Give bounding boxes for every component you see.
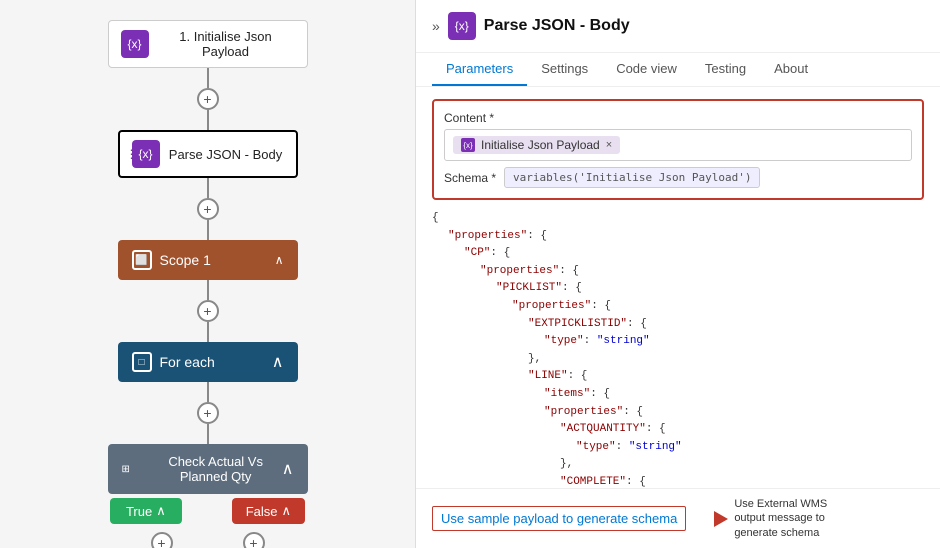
json-line: "type": "string" bbox=[432, 333, 924, 351]
bottom-plus-row: + + bbox=[151, 532, 265, 548]
add-true-step-btn[interactable]: + bbox=[151, 532, 173, 548]
annotation-text: Use External WMS output message to gener… bbox=[734, 497, 854, 540]
node-menu-icon: ⋮ bbox=[126, 147, 138, 161]
scope-label: Scope 1 bbox=[160, 252, 275, 268]
json-line: "properties": { bbox=[432, 298, 924, 316]
arrow-icon bbox=[714, 511, 728, 527]
connector bbox=[207, 280, 209, 300]
check-node[interactable]: ⊞ Check Actual Vs Planned Qty ∧ bbox=[108, 444, 308, 494]
flow-canvas: {x} 1. Initialise Json Payload + ⋮ {x} P… bbox=[0, 0, 415, 548]
connector bbox=[207, 178, 209, 198]
json-line: }, bbox=[432, 351, 924, 369]
initialise-json-node[interactable]: {x} 1. Initialise Json Payload bbox=[108, 20, 308, 68]
json-line: }, bbox=[432, 456, 924, 474]
scope-node[interactable]: ⬜ Scope 1 ∧ bbox=[118, 240, 298, 280]
tab-about[interactable]: About bbox=[760, 53, 822, 86]
json-line: "COMPLETE": { bbox=[432, 474, 924, 488]
tab-parameters[interactable]: Parameters bbox=[432, 53, 527, 86]
tab-testing[interactable]: Testing bbox=[691, 53, 760, 86]
json-line: { bbox=[432, 210, 924, 228]
json-line: "properties": { bbox=[432, 263, 924, 281]
bottom-bar: Use sample payload to generate schema Us… bbox=[416, 488, 940, 548]
scope-icon: ⬜ bbox=[132, 250, 152, 270]
content-tag-close-btn[interactable]: × bbox=[606, 139, 612, 151]
json-line: "type": "string" bbox=[432, 439, 924, 457]
json-line: "ACTQUANTITY": { bbox=[432, 421, 924, 439]
node-icon: {x} bbox=[121, 30, 149, 58]
content-tag-text: Initialise Json Payload bbox=[481, 138, 600, 152]
foreach-expand-icon: ∧ bbox=[272, 352, 284, 372]
tag-icon: {x} bbox=[461, 138, 475, 152]
foreach-label: For each bbox=[160, 354, 272, 370]
json-line: "LINE": { bbox=[432, 368, 924, 386]
true-expand-icon: ∧ bbox=[156, 503, 166, 519]
node1-label: 1. Initialise Json Payload bbox=[157, 29, 295, 59]
foreach-icon: □ bbox=[132, 352, 152, 372]
json-viewer: { "properties": { "CP": { "properties": … bbox=[432, 210, 924, 488]
add-step-btn-4[interactable]: + bbox=[197, 402, 219, 424]
false-branch-btn[interactable]: False ∧ bbox=[232, 498, 305, 524]
connector bbox=[207, 220, 209, 240]
add-step-btn-2[interactable]: + bbox=[197, 198, 219, 220]
json-line: "properties": { bbox=[432, 228, 924, 246]
scope-expand-icon: ∧ bbox=[275, 253, 284, 267]
header-title: Parse JSON - Body bbox=[484, 17, 630, 35]
tab-settings[interactable]: Settings bbox=[527, 53, 602, 86]
schema-field-label: Schema * bbox=[444, 171, 496, 185]
connector bbox=[207, 68, 209, 88]
schema-row: Schema * variables('Initialise Json Payl… bbox=[444, 167, 912, 188]
connector bbox=[207, 424, 209, 444]
add-step-btn-1[interactable]: + bbox=[197, 88, 219, 110]
connector bbox=[207, 322, 209, 342]
check-expand-icon: ∧ bbox=[282, 459, 294, 479]
false-expand-icon: ∧ bbox=[282, 503, 292, 519]
check-label: Check Actual Vs Planned Qty bbox=[150, 454, 282, 484]
add-step-btn-3[interactable]: + bbox=[197, 300, 219, 322]
parse-json-node[interactable]: ⋮ {x} Parse JSON - Body bbox=[118, 130, 298, 178]
right-panel: » {x} Parse JSON - Body Parameters Setti… bbox=[416, 0, 940, 548]
header-icon: {x} bbox=[448, 12, 476, 40]
content-tag: {x} Initialise Json Payload × bbox=[453, 136, 620, 154]
json-line: "properties": { bbox=[432, 404, 924, 422]
add-false-step-btn[interactable]: + bbox=[243, 532, 265, 548]
node2-label: Parse JSON - Body bbox=[168, 147, 284, 162]
highlighted-section: Content * {x} Initialise Json Payload × … bbox=[432, 99, 924, 200]
check-icon: ⊞ bbox=[122, 459, 142, 479]
content-field-label: Content * bbox=[444, 111, 912, 125]
true-branch-btn[interactable]: True ∧ bbox=[110, 498, 182, 524]
json-line: "CP": { bbox=[432, 245, 924, 263]
right-panel-header: » {x} Parse JSON - Body bbox=[416, 0, 940, 53]
foreach-node[interactable]: □ For each ∧ bbox=[118, 342, 298, 382]
right-content: Content * {x} Initialise Json Payload × … bbox=[416, 87, 940, 488]
false-label: False bbox=[246, 504, 278, 519]
tabs-row: Parameters Settings Code view Testing Ab… bbox=[416, 53, 940, 87]
collapse-btn[interactable]: » bbox=[432, 18, 440, 34]
connector bbox=[207, 110, 209, 130]
content-input[interactable]: {x} Initialise Json Payload × bbox=[444, 129, 912, 161]
branch-row: True ∧ False ∧ bbox=[110, 498, 305, 524]
sample-payload-link[interactable]: Use sample payload to generate schema bbox=[432, 506, 686, 531]
json-line: "items": { bbox=[432, 386, 924, 404]
json-line: "EXTPICKLISTID": { bbox=[432, 316, 924, 334]
true-label: True bbox=[126, 504, 152, 519]
arrow-annotation: Use External WMS output message to gener… bbox=[714, 497, 854, 540]
json-line: "PICKLIST": { bbox=[432, 280, 924, 298]
schema-value: variables('Initialise Json Payload') bbox=[504, 167, 760, 188]
connector bbox=[207, 382, 209, 402]
tab-code-view[interactable]: Code view bbox=[602, 53, 691, 86]
